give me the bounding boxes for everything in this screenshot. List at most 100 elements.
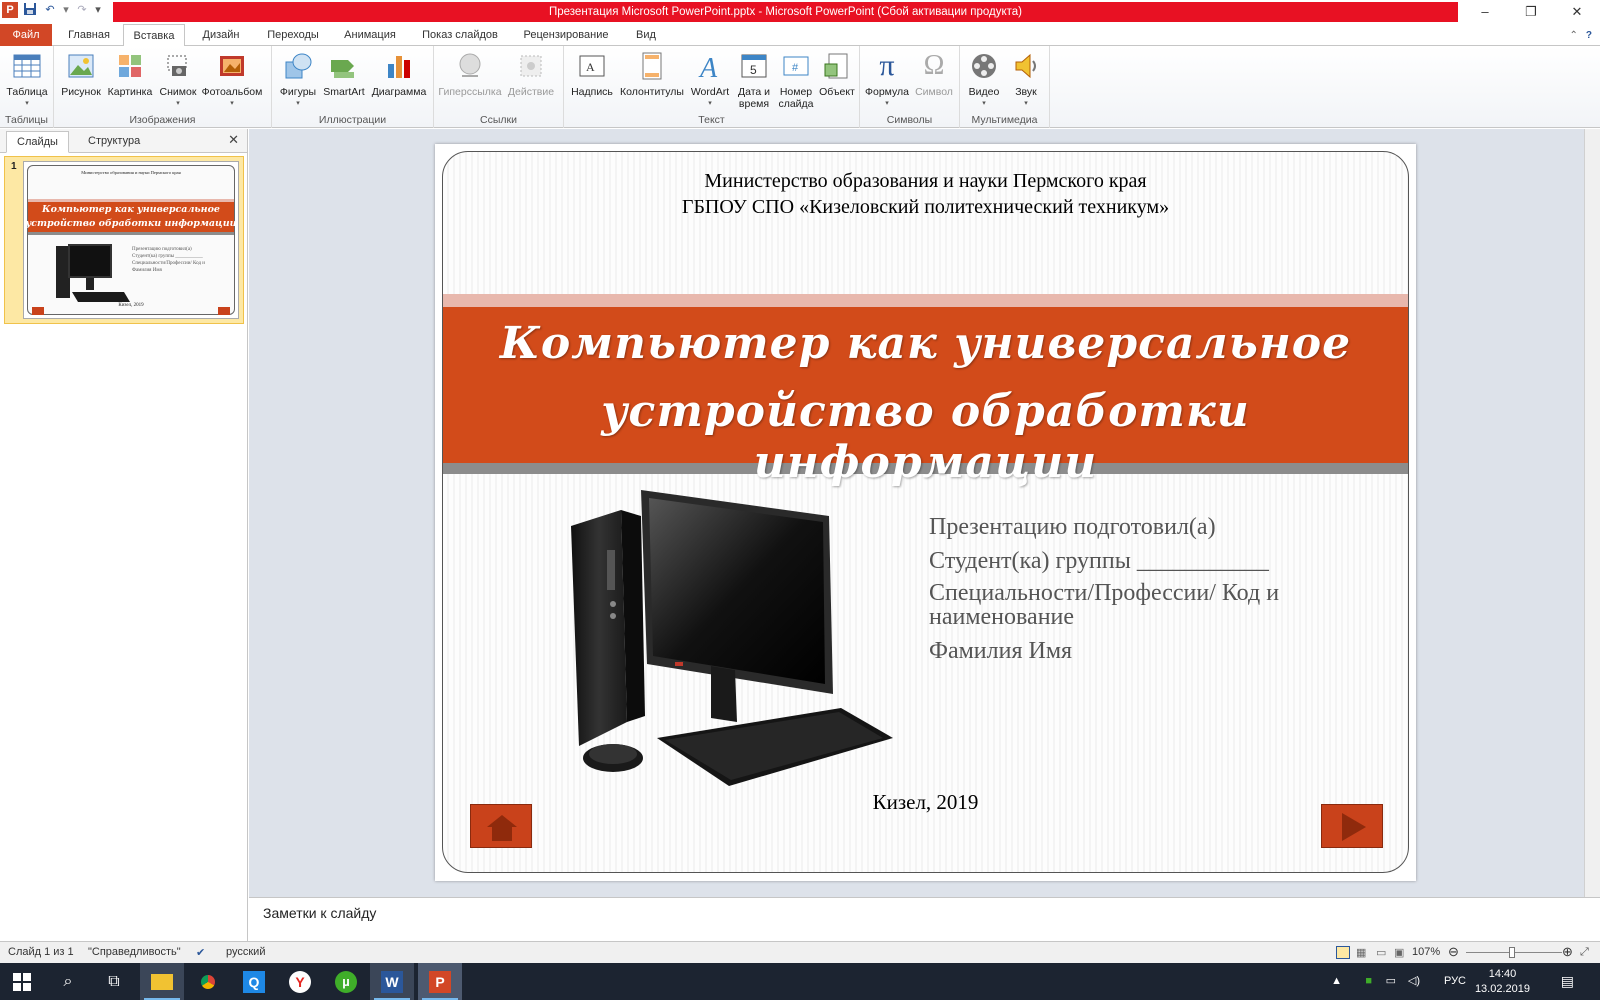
home-nav-button[interactable]	[470, 804, 532, 848]
header-footer-button[interactable]: Колонтитулы	[618, 50, 686, 98]
object-button[interactable]: Объект	[816, 50, 858, 98]
info-prepared-by[interactable]: Презентацию подготовил(а)	[929, 514, 1216, 541]
info-name[interactable]: Фамилия Имя	[929, 638, 1072, 665]
tab-transitions[interactable]: Переходы	[258, 24, 328, 46]
powerpoint-taskbar-icon[interactable]: P	[418, 963, 462, 1000]
tab-animation[interactable]: Анимация	[333, 24, 407, 46]
slide-title-line-2[interactable]: устройство обработки информации	[443, 386, 1408, 488]
notifications-icon[interactable]: ▤	[1561, 973, 1574, 990]
tab-design[interactable]: Дизайн	[190, 24, 252, 46]
redo-icon[interactable]: ↷	[74, 2, 90, 18]
undo-icon[interactable]: ↶	[42, 2, 58, 18]
task-view-icon[interactable]: ⧉	[92, 963, 136, 1000]
textbox-button[interactable]: A Надпись	[568, 50, 616, 98]
date-time-button[interactable]: 5 Дата и время	[734, 50, 774, 110]
zoom-out-icon[interactable]: ⊖	[1448, 944, 1459, 960]
smartart-button[interactable]: SmartArt	[320, 50, 368, 98]
yandex-browser-icon[interactable]: Y	[278, 963, 322, 1000]
slide-sorter-icon[interactable]: ▦	[1356, 946, 1366, 959]
tab-outline[interactable]: Структура	[78, 131, 150, 153]
shapes-icon	[282, 50, 314, 82]
fit-to-window-icon[interactable]: ⤢	[1580, 946, 1589, 959]
equation-button[interactable]: π Формула ▾	[864, 50, 910, 110]
clock[interactable]: 14:40 13.02.2019	[1475, 967, 1530, 997]
slide-counter: Слайд 1 из 1	[8, 946, 74, 958]
file-explorer-icon[interactable]	[140, 963, 184, 1000]
clipart-button[interactable]: Картинка	[106, 50, 154, 98]
symbol-button[interactable]: Ω Символ	[912, 50, 956, 98]
org-line-2[interactable]: ГБПОУ СПО «Кизеловский политехнический т…	[443, 196, 1408, 219]
customize-qat-icon[interactable]: ▾	[94, 2, 102, 18]
zoom-in-icon[interactable]: ⊕	[1562, 944, 1573, 960]
volume-icon[interactable]: ◁)	[1408, 974, 1420, 987]
photo-album-icon	[216, 50, 248, 82]
object-icon	[821, 50, 853, 82]
shapes-button[interactable]: Фигуры ▾	[278, 50, 318, 110]
info-student-group[interactable]: Студент(ка) группы ___________	[929, 548, 1269, 575]
network-icon[interactable]: ▭	[1386, 974, 1396, 987]
svg-text:#: #	[792, 62, 799, 74]
language-indicator[interactable]: русский	[226, 946, 265, 958]
input-language[interactable]: РУС	[1444, 975, 1466, 987]
tab-view[interactable]: Вид	[626, 24, 666, 46]
table-button[interactable]: Таблица ▾	[4, 50, 50, 110]
video-button[interactable]: Видео ▾	[964, 50, 1004, 110]
notes-placeholder[interactable]: Заметки к слайду	[263, 905, 376, 921]
zoom-level[interactable]: 107%	[1412, 946, 1440, 958]
slideshow-view-icon[interactable]: ▣	[1394, 946, 1404, 959]
help-icon[interactable]: ?	[1586, 30, 1592, 41]
dropdown-icon[interactable]: ▾	[62, 2, 70, 18]
photo-album-button[interactable]: Фотоальбом ▾	[200, 50, 264, 110]
play-arrow-icon	[1342, 813, 1366, 841]
thumb-computer-icon	[56, 244, 130, 302]
minimize-ribbon-icon[interactable]: ⌃	[1570, 30, 1578, 41]
close-button[interactable]: ✕	[1554, 0, 1600, 24]
normal-view-icon[interactable]	[1336, 946, 1350, 959]
wordart-button[interactable]: A WordArt ▾	[688, 50, 732, 110]
action-button[interactable]: Действие	[504, 50, 558, 98]
powerpoint-logo-icon[interactable]: P	[2, 2, 18, 18]
slide-number-button[interactable]: # Номер слайда	[776, 50, 816, 110]
tab-review[interactable]: Рецензирование	[514, 24, 618, 46]
windows-logo-icon	[13, 973, 31, 991]
org-line-1[interactable]: Министерство образования и науки Пермско…	[443, 170, 1408, 193]
slide-title-line-1[interactable]: Компьютер как универсальное	[443, 318, 1408, 369]
tab-insert[interactable]: Вставка	[123, 24, 185, 47]
tab-file[interactable]: Файл	[0, 24, 52, 46]
word-icon[interactable]: W	[370, 963, 414, 1000]
search-icon[interactable]: ⌕	[46, 963, 90, 1000]
tray-app-icon[interactable]: ■	[1365, 975, 1372, 987]
save-icon[interactable]	[22, 2, 38, 18]
tab-slideshow[interactable]: Показ слайдов	[414, 24, 506, 46]
info-specialty[interactable]: Специальности/Профессии/ Код и	[929, 580, 1279, 607]
spellcheck-icon[interactable]: ✔	[196, 946, 205, 959]
group-label-tables: Таблицы	[5, 114, 48, 126]
computer-image[interactable]	[561, 486, 921, 796]
chart-button[interactable]: Диаграмма	[370, 50, 428, 98]
vertical-scrollbar[interactable]	[1584, 129, 1600, 897]
group-media: Видео ▾ Звук ▾ Мультимедиа	[960, 46, 1050, 128]
slide-thumbnail-1[interactable]: 1 Министерство образования и науки Пермс…	[4, 156, 244, 324]
tab-slides[interactable]: Слайды	[6, 131, 69, 153]
city-year[interactable]: Кизел, 2019	[443, 790, 1408, 815]
qip-icon[interactable]: Q	[232, 963, 276, 1000]
audio-button[interactable]: Звук ▾	[1006, 50, 1046, 110]
tab-home[interactable]: Главная	[58, 24, 120, 46]
zoom-slider-thumb[interactable]	[1509, 947, 1515, 958]
info-specialty-name[interactable]: наименование	[929, 604, 1074, 631]
picture-button[interactable]: Рисунок	[58, 50, 104, 98]
screenshot-button[interactable]: Снимок ▾	[156, 50, 200, 110]
chrome-icon[interactable]	[186, 963, 230, 1000]
notes-pane[interactable]: Заметки к слайду	[249, 897, 1600, 941]
clock-date: 13.02.2019	[1474, 983, 1530, 995]
slide-canvas[interactable]: Министерство образования и науки Пермско…	[435, 144, 1416, 881]
start-button[interactable]	[0, 963, 44, 1000]
minimize-button[interactable]: –	[1462, 0, 1508, 24]
close-pane-icon[interactable]: ✕	[228, 132, 239, 148]
hyperlink-button[interactable]: Гиперссылка	[438, 50, 502, 98]
reading-view-icon[interactable]: ▭	[1376, 946, 1386, 959]
show-hidden-icons-icon[interactable]: ▲	[1331, 975, 1342, 987]
restore-button[interactable]: ❐	[1508, 0, 1554, 24]
utorrent-icon[interactable]: µ	[324, 963, 368, 1000]
next-nav-button[interactable]	[1321, 804, 1383, 848]
